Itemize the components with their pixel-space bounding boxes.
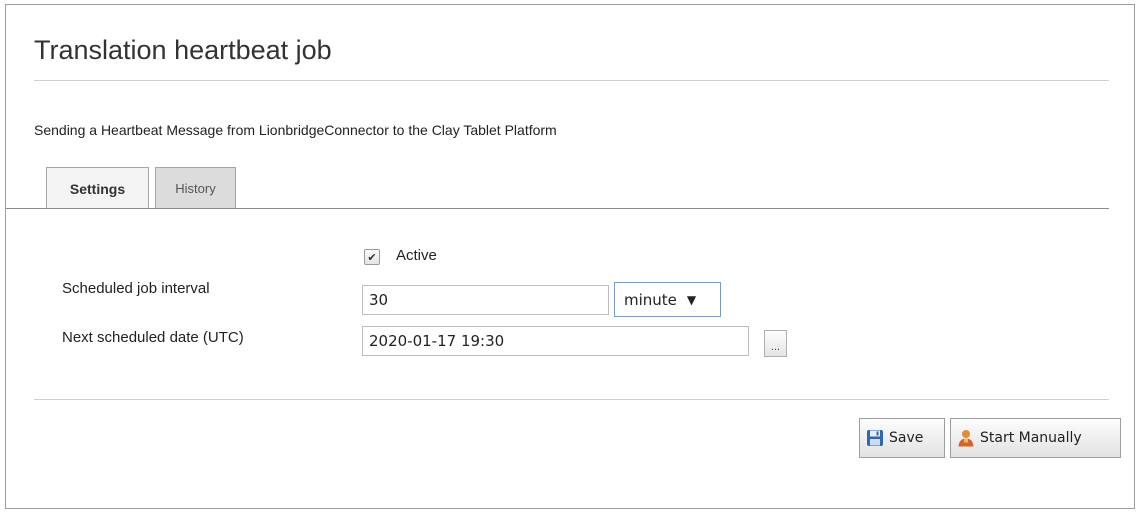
tab-bar-divider	[6, 208, 1109, 209]
tab-settings[interactable]: Settings	[46, 167, 149, 209]
save-label: Save	[889, 430, 924, 446]
interval-input[interactable]: 30	[362, 285, 609, 315]
start-manually-button[interactable]: Start Manually	[950, 418, 1121, 458]
tab-history[interactable]: History	[155, 167, 236, 208]
title-divider	[34, 80, 1109, 81]
triangle-down-icon: ▼	[686, 292, 697, 307]
floppy-disk-icon	[867, 430, 883, 446]
page-title: Translation heartbeat job	[34, 35, 332, 65]
tab-history-label: History	[175, 180, 216, 196]
interval-unit-value: minute	[624, 290, 677, 309]
job-panel: Translation heartbeat job Sending a Hear…	[5, 4, 1135, 509]
save-button[interactable]: Save	[859, 418, 945, 458]
next-date-label: Next scheduled date (UTC)	[62, 329, 244, 346]
start-manually-label: Start Manually	[980, 430, 1082, 446]
interval-value: 30	[369, 291, 389, 309]
interval-unit-select[interactable]: minute ▼	[614, 282, 721, 317]
next-date-input[interactable]: 2020-01-17 19:30	[362, 326, 749, 356]
interval-label: Scheduled job interval	[62, 280, 210, 297]
active-label: Active	[396, 247, 437, 264]
job-description: Sending a Heartbeat Message from Lionbri…	[34, 122, 557, 138]
user-icon	[958, 430, 974, 447]
actions-divider	[34, 399, 1109, 400]
checkmark-icon: ✔	[367, 251, 377, 264]
tab-settings-label: Settings	[69, 180, 126, 197]
date-picker-button[interactable]: ...	[764, 330, 787, 357]
ellipsis-icon: ...	[770, 341, 781, 353]
active-checkbox[interactable]: ✔	[364, 249, 380, 265]
next-date-value: 2020-01-17 19:30	[369, 332, 505, 350]
